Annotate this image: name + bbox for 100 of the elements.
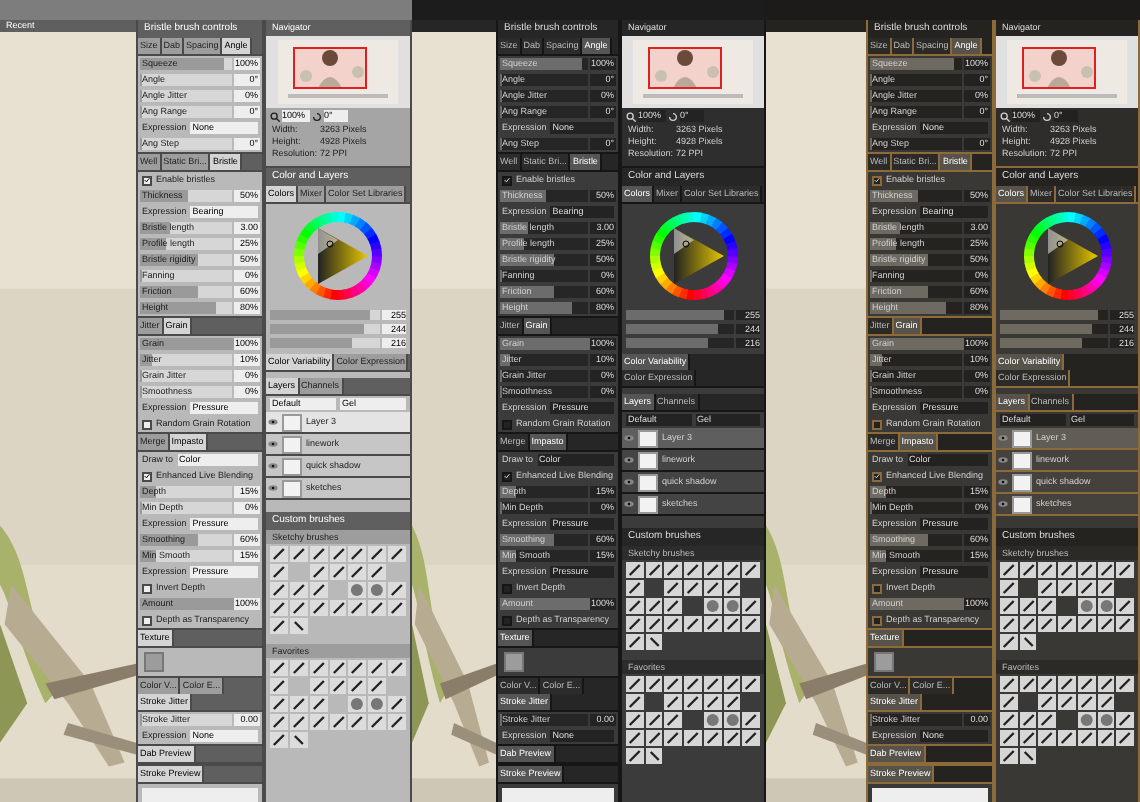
brush-icon[interactable] <box>703 730 722 746</box>
brush-icon[interactable] <box>388 600 406 616</box>
brush-icon[interactable] <box>684 616 702 632</box>
brush-icon[interactable] <box>348 660 367 676</box>
brush-icon[interactable] <box>723 694 741 710</box>
brush-icon[interactable] <box>723 616 741 632</box>
brush-icon[interactable] <box>1019 676 1037 692</box>
checkbox[interactable] <box>872 175 882 185</box>
brush-icon[interactable] <box>626 694 644 710</box>
brush-icon[interactable] <box>645 598 663 614</box>
zoom-icon[interactable] <box>270 111 280 121</box>
brush-icon[interactable] <box>1019 562 1037 578</box>
brush-icon[interactable] <box>289 714 308 730</box>
paint-blob-icon[interactable] <box>723 598 741 614</box>
brush-icon[interactable] <box>309 582 328 598</box>
brush-icon[interactable] <box>723 730 741 746</box>
paint-blob-icon[interactable] <box>1097 598 1115 614</box>
brush-icon[interactable] <box>684 694 702 710</box>
brush-icon[interactable] <box>626 730 644 746</box>
brush-icon[interactable] <box>645 730 663 746</box>
brush-icon[interactable] <box>742 616 760 632</box>
brush-icon[interactable] <box>1000 748 1018 764</box>
paint-blob-icon[interactable] <box>723 712 741 728</box>
brush-icon[interactable] <box>1077 616 1096 632</box>
brush-icon[interactable] <box>388 546 406 562</box>
brush-icon[interactable] <box>289 660 308 676</box>
brush-icon[interactable] <box>329 546 347 562</box>
checkbox[interactable] <box>872 419 882 429</box>
brush-icon[interactable] <box>1038 676 1057 692</box>
texture-swatch[interactable] <box>874 652 894 672</box>
brush-icon[interactable] <box>626 634 644 650</box>
brush-icon[interactable] <box>388 714 406 730</box>
brush-icon[interactable] <box>270 546 288 562</box>
brush-icon[interactable] <box>270 564 288 580</box>
brush-icon[interactable] <box>368 546 387 562</box>
brush-icon[interactable] <box>1000 676 1018 692</box>
brush-icon[interactable] <box>1038 694 1057 710</box>
brush-icon[interactable] <box>664 616 683 632</box>
brush-icon[interactable] <box>1019 712 1037 728</box>
brush-icon[interactable] <box>664 598 683 614</box>
brush-icon[interactable] <box>1000 694 1018 710</box>
brush-icon[interactable] <box>289 732 308 748</box>
brush-icon[interactable] <box>270 618 288 634</box>
brush-icon[interactable] <box>1019 634 1037 650</box>
checkbox[interactable] <box>872 583 882 593</box>
brush-icon[interactable] <box>309 696 328 712</box>
brush-icon[interactable] <box>664 730 683 746</box>
color-wheel[interactable] <box>288 206 388 306</box>
brush-icon[interactable] <box>626 562 644 578</box>
brush-icon[interactable] <box>664 694 683 710</box>
brush-icon[interactable] <box>1058 676 1076 692</box>
brush-icon[interactable] <box>309 714 328 730</box>
brush-icon[interactable] <box>1038 730 1057 746</box>
brush-icon[interactable] <box>684 580 702 596</box>
brush-icon[interactable] <box>1000 598 1018 614</box>
brush-icon[interactable] <box>289 582 308 598</box>
brush-icon[interactable] <box>1097 676 1115 692</box>
brush-icon[interactable] <box>742 562 760 578</box>
brush-icon[interactable] <box>309 564 328 580</box>
brush-icon[interactable] <box>742 676 760 692</box>
brush-icon[interactable] <box>1116 712 1134 728</box>
brush-icon[interactable] <box>1019 748 1037 764</box>
brush-icon[interactable] <box>309 660 328 676</box>
brush-icon[interactable] <box>1097 616 1115 632</box>
eye-icon[interactable] <box>268 484 278 492</box>
brush-icon[interactable] <box>1000 730 1018 746</box>
paint-blob-icon[interactable] <box>1077 598 1096 614</box>
paint-blob-icon[interactable] <box>1097 712 1115 728</box>
brush-icon[interactable] <box>348 564 367 580</box>
checkbox[interactable] <box>502 419 512 429</box>
brush-icon[interactable] <box>1000 562 1018 578</box>
brush-icon[interactable] <box>1077 730 1096 746</box>
brush-icon[interactable] <box>664 580 683 596</box>
brush-icon[interactable] <box>626 676 644 692</box>
brush-icon[interactable] <box>664 712 683 728</box>
brush-icon[interactable] <box>368 600 387 616</box>
brush-icon[interactable] <box>664 562 683 578</box>
brush-icon[interactable] <box>1000 616 1018 632</box>
checkbox[interactable] <box>502 615 512 625</box>
brush-icon[interactable] <box>684 562 702 578</box>
brush-icon[interactable] <box>1000 580 1018 596</box>
brush-icon[interactable] <box>1077 562 1096 578</box>
brush-icon[interactable] <box>309 546 328 562</box>
brush-icon[interactable] <box>1058 616 1076 632</box>
brush-icon[interactable] <box>1097 580 1115 596</box>
brush-icon[interactable] <box>368 564 387 580</box>
brush-icon[interactable] <box>329 714 347 730</box>
brush-icon[interactable] <box>329 678 347 694</box>
brush-icon[interactable] <box>289 600 308 616</box>
brush-icon[interactable] <box>289 618 308 634</box>
brush-icon[interactable] <box>289 696 308 712</box>
brush-icon[interactable] <box>742 712 760 728</box>
brush-icon[interactable] <box>270 660 288 676</box>
brush-icon[interactable] <box>1077 676 1096 692</box>
checkbox[interactable] <box>502 471 512 481</box>
brush-icon[interactable] <box>368 678 387 694</box>
brush-icon[interactable] <box>1097 562 1115 578</box>
brush-icon[interactable] <box>270 600 288 616</box>
brush-icon[interactable] <box>348 600 367 616</box>
brush-icon[interactable] <box>289 546 308 562</box>
